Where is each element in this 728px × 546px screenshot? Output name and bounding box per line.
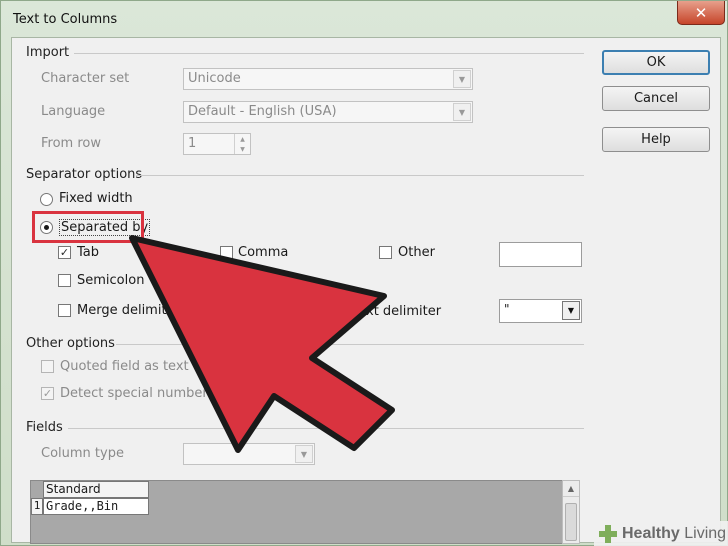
watermark-brand: Healthy Living [622,524,727,542]
text-delimiter-value: " [504,302,510,316]
checkmark-icon: ✓ [59,246,70,259]
other-options-heading: Other options [26,336,115,351]
fields-heading: Fields [26,420,63,435]
from-row-value: 1 [188,136,197,151]
chevron-down-icon[interactable]: ▼ [453,70,471,88]
quoted-field-label: Quoted field as text [60,359,189,374]
healthy-living-watermark: Healthy Living [594,521,728,546]
checkmark-icon: ✓ [42,387,53,400]
window-title: Text to Columns [13,12,118,27]
dialog-body: Import Character set Unicode ▼ Language … [11,37,721,544]
preview-column-header[interactable]: Standard [43,481,149,498]
scroll-thumb[interactable] [565,503,577,541]
semicolon-label: Semicolon [77,273,145,288]
comma-label: Comma [238,245,289,260]
separator-divider [136,175,584,176]
other-checkbox[interactable] [379,246,392,259]
chevron-down-icon[interactable]: ▼ [295,445,313,463]
character-set-select[interactable]: Unicode ▼ [183,68,473,90]
fields-divider [68,428,584,429]
spin-arrows-icon[interactable]: ▲ ▼ [234,134,250,154]
separated-by-highlight [32,211,144,243]
from-row-label: From row [41,136,101,151]
detect-special-label: Detect special numbers [60,386,215,401]
close-button[interactable]: ✕ [677,1,725,25]
detect-special-checkbox[interactable]: ✓ [41,387,54,400]
cancel-button[interactable]: Cancel [602,86,710,111]
comma-checkbox[interactable] [220,246,233,259]
from-row-spinner[interactable]: 1 ▲ ▼ [183,133,251,155]
close-icon: ✕ [694,3,708,22]
fixed-width-radio[interactable] [40,193,53,206]
merge-delimiters-label: Merge delimite [77,303,175,318]
title-bar[interactable]: Text to Columns ✕ [1,1,728,37]
column-type-label: Column type [41,446,124,461]
dialog-window: Text to Columns ✕ Import Character set U… [0,0,728,546]
language-value: Default - English (USA) [188,104,337,119]
chevron-down-icon[interactable]: ▼ [562,301,580,320]
tab-checkbox[interactable]: ✓ [58,246,71,259]
fields-preview[interactable]: Standard 1 Grade,,Bin [30,480,580,544]
separator-options-heading: Separator options [26,167,143,182]
text-delimiter-select[interactable]: " ▼ [499,299,582,323]
import-divider [74,53,584,54]
other-separator-input[interactable] [499,242,582,267]
tab-label: Tab [77,245,100,260]
quoted-field-checkbox[interactable] [41,360,54,373]
preview-row-number: 1 [31,498,43,515]
preview-scrollbar[interactable]: ▲ [562,480,580,544]
scroll-up-icon[interactable]: ▲ [563,481,579,497]
import-heading: Import [26,45,70,60]
character-set-label: Character set [41,71,130,86]
other-options-divider [116,344,584,345]
language-select[interactable]: Default - English (USA) ▼ [183,101,473,123]
language-label: Language [41,104,106,119]
help-button[interactable]: Help [602,127,710,152]
preview-cell[interactable]: Grade,,Bin [43,498,149,515]
chevron-down-icon[interactable]: ▼ [453,103,471,121]
other-label: Other [398,245,435,260]
fixed-width-label: Fixed width [59,191,133,206]
ok-button[interactable]: OK [602,50,710,75]
column-type-select[interactable]: ▼ [183,443,315,465]
merge-delimiters-checkbox[interactable] [58,304,71,317]
semicolon-checkbox[interactable] [58,274,71,287]
character-set-value: Unicode [188,71,241,86]
text-delimiter-label: xt delimiter [366,304,442,319]
healthy-living-logo-icon [599,524,617,543]
